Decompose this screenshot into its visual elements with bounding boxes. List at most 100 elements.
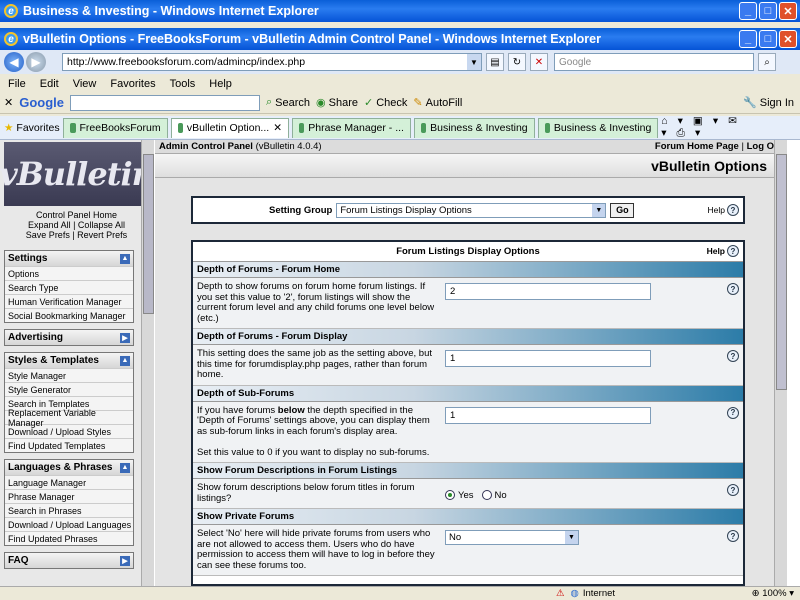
- show-descriptions-yes-radio[interactable]: Yes: [445, 486, 474, 504]
- help-icon: ?: [727, 245, 739, 257]
- sign-in-button[interactable]: 🔧 Sign In: [743, 96, 794, 110]
- wrench-icon: 🔧: [743, 97, 757, 109]
- nav-item[interactable]: Download / Upload Languages: [5, 517, 133, 531]
- nav-item[interactable]: Search Type: [5, 280, 133, 294]
- nav-item[interactable]: Human Verification Manager: [5, 294, 133, 308]
- cp-home-link[interactable]: Control Panel Home: [0, 210, 153, 220]
- zoom-level[interactable]: ⊕ 100% ▾: [752, 588, 794, 599]
- close-icon[interactable]: ✕: [4, 96, 13, 109]
- stop-icon[interactable]: ✕: [530, 53, 548, 71]
- nav-item[interactable]: Search in Phrases: [5, 503, 133, 517]
- nav-item[interactable]: Style Manager: [5, 368, 133, 382]
- nav-item[interactable]: Find Updated Templates: [5, 438, 133, 452]
- nav-group-header[interactable]: Languages & Phrases ▲: [5, 460, 133, 475]
- page-icon: [420, 123, 427, 133]
- google-search-button[interactable]: ⌕ Search: [266, 96, 310, 109]
- menu-view[interactable]: View: [73, 78, 97, 90]
- forum-home-depth-input[interactable]: 2: [445, 283, 651, 300]
- main-scrollbar[interactable]: [774, 140, 787, 586]
- nav-item[interactable]: Style Generator: [5, 382, 133, 396]
- tab-vbulletin-options[interactable]: vBulletin Option... ✕: [170, 117, 289, 138]
- window-titlebar[interactable]: e vBulletin Options - FreeBooksForum - v…: [0, 28, 800, 50]
- minimize-button[interactable]: _: [739, 2, 757, 20]
- setting-title: Depth of Sub-Forums: [193, 385, 743, 402]
- nav-item[interactable]: Phrase Manager: [5, 489, 133, 503]
- share-button[interactable]: ◉ Share: [316, 96, 358, 110]
- expand-icon[interactable]: ▶: [120, 555, 130, 566]
- setting-title: Show Private Forums: [193, 509, 743, 525]
- google-search-input[interactable]: [70, 94, 260, 111]
- tab-business-investing-1[interactable]: Business & Investing: [413, 117, 535, 138]
- expand-icon[interactable]: ▶: [120, 332, 130, 343]
- search-icon[interactable]: ⌕: [758, 53, 776, 71]
- close-icon[interactable]: ✕: [273, 122, 282, 134]
- setting-row: If you have forums below the depth speci…: [193, 401, 743, 463]
- nav-item[interactable]: Social Bookmarking Manager: [5, 308, 133, 322]
- compat-view-icon[interactable]: ▤: [486, 53, 504, 71]
- back-icon[interactable]: ◀: [4, 52, 24, 72]
- show-descriptions-no-radio[interactable]: No: [481, 486, 507, 504]
- maximize-button[interactable]: □: [759, 2, 777, 20]
- help-icon[interactable]: ?: [727, 406, 739, 419]
- tab-phrase-manager[interactable]: Phrase Manager - ...: [292, 117, 411, 138]
- menu-edit[interactable]: Edit: [40, 78, 59, 90]
- search-icon: ⌕: [266, 96, 273, 108]
- tab-freebooksforum[interactable]: FreeBooksForum: [62, 117, 168, 138]
- menu-file[interactable]: File: [8, 78, 26, 90]
- url-input[interactable]: http://www.freebooksforum.com/admincp/in…: [62, 53, 482, 71]
- nav-group-header[interactable]: Styles & Templates ▲: [5, 353, 133, 368]
- nav-item[interactable]: Language Manager: [5, 475, 133, 489]
- menu-help[interactable]: Help: [209, 78, 232, 90]
- help-link[interactable]: Help?: [708, 204, 739, 216]
- scroll-thumb[interactable]: [143, 154, 154, 314]
- minimize-button[interactable]: _: [739, 30, 757, 48]
- forward-icon[interactable]: ▶: [26, 52, 46, 72]
- revert-prefs-link[interactable]: Revert Prefs: [77, 230, 127, 240]
- setting-group-label: Setting Group: [269, 204, 333, 216]
- radio-icon: [481, 490, 492, 500]
- refresh-icon[interactable]: ↻: [508, 53, 526, 71]
- help-link[interactable]: Help?: [707, 245, 739, 257]
- check-button[interactable]: ✓ Check: [364, 96, 407, 110]
- nav-group-header[interactable]: FAQ ▶: [5, 553, 133, 568]
- collapse-icon[interactable]: ▲: [120, 253, 130, 264]
- private-forums-select[interactable]: No ▼: [445, 530, 579, 545]
- nav-item[interactable]: Replacement Variable Manager: [5, 408, 133, 428]
- control-panel-sidebar: vBulletin Control Panel Home Expand All …: [0, 140, 155, 586]
- expand-all-link[interactable]: Expand All: [28, 220, 71, 230]
- setting-row: Depth to show forums on forum home forum…: [193, 278, 743, 329]
- go-button[interactable]: Go: [610, 202, 635, 218]
- collapse-icon[interactable]: ▲: [120, 462, 130, 473]
- help-icon[interactable]: ?: [727, 350, 739, 362]
- collapse-all-link[interactable]: Collapse All: [78, 220, 125, 230]
- help-icon[interactable]: ?: [727, 530, 739, 542]
- setting-group-select[interactable]: Forum Listings Display Options ▼: [336, 202, 607, 218]
- save-prefs-link[interactable]: Save Prefs: [26, 230, 70, 240]
- zone-label: Internet: [582, 588, 616, 599]
- menu-tools[interactable]: Tools: [170, 78, 196, 90]
- maximize-button[interactable]: □: [759, 30, 777, 48]
- collapse-icon[interactable]: ▲: [120, 355, 130, 366]
- nav-group-header[interactable]: Advertising ▶: [5, 330, 133, 345]
- subforum-depth-input[interactable]: 1: [445, 406, 651, 424]
- nav-item[interactable]: Find Updated Phrases: [5, 531, 133, 545]
- scroll-thumb[interactable]: [776, 154, 787, 390]
- favorites-button[interactable]: ★ Favorites: [4, 122, 60, 134]
- close-button[interactable]: ✕: [779, 2, 797, 20]
- help-icon[interactable]: ?: [727, 484, 739, 496]
- share-icon: ◉: [316, 97, 326, 109]
- forum-display-depth-input[interactable]: 1: [445, 350, 651, 367]
- autofill-button[interactable]: ✎ AutoFill: [413, 96, 462, 110]
- nav-group-header[interactable]: Settings ▲: [5, 251, 133, 266]
- help-icon[interactable]: ?: [727, 283, 739, 295]
- command-bar-icons[interactable]: ⌂▾▣▾✉▾⎙▾: [661, 115, 790, 140]
- tab-business-investing-2[interactable]: Business & Investing: [537, 117, 659, 138]
- close-button[interactable]: ✕: [779, 30, 797, 48]
- back-window-titlebar[interactable]: e Business & Investing - Windows Interne…: [0, 0, 800, 22]
- search-input[interactable]: Google: [554, 53, 754, 71]
- nav-item[interactable]: Options: [5, 266, 133, 280]
- sidebar-scrollbar[interactable]: [141, 140, 154, 586]
- menu-favorites[interactable]: Favorites: [110, 78, 155, 90]
- chevron-down-icon[interactable]: ▼: [467, 54, 481, 70]
- forum-home-link[interactable]: Forum Home Page: [655, 141, 739, 152]
